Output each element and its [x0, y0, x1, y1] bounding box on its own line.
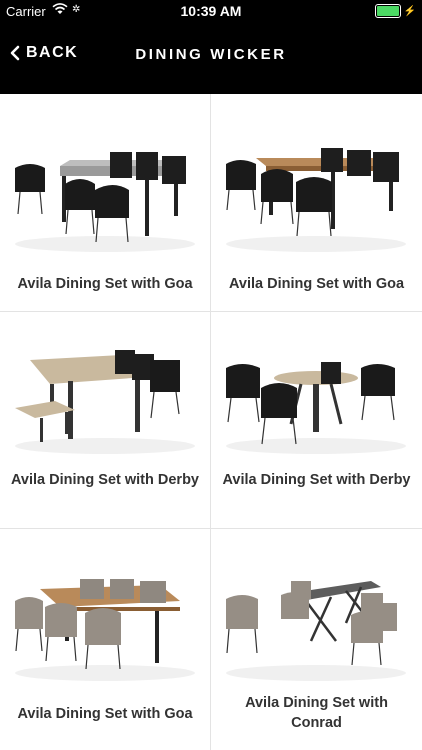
product-card[interactable]: Avila Dining Set with Goa: [211, 94, 422, 311]
charging-icon: ⚡: [403, 5, 416, 17]
product-title: Avila Dining Set with Goa: [228, 276, 405, 292]
product-title: Avila Dining Set with Conrad: [245, 695, 388, 731]
product-card[interactable]: Avila Dining Set with Derby: [0, 312, 210, 528]
product-card[interactable]: Avila Dining Set with Goa: [0, 529, 210, 750]
product-card[interactable]: Avila Dining Set with Goa: [0, 94, 210, 311]
product-title: Avila Dining Set with Derby: [222, 472, 411, 488]
product-card[interactable]: Avila Dining Set with Conrad: [211, 529, 422, 750]
top-bar: Carrier ✲ 10:39 AM ⚡ BACK DINING WICKER: [0, 0, 422, 94]
product-image: [15, 350, 195, 454]
battery-icon: [374, 4, 401, 18]
product-title: Avila Dining Set with Goa: [17, 706, 193, 722]
product-image: [15, 152, 195, 252]
status-bar: Carrier ✲ 10:39 AM ⚡: [0, 0, 422, 22]
product-grid: Avila Dining Set with Goa Avila Dining S…: [0, 94, 422, 750]
product-title: Avila Dining Set with Derby: [11, 472, 199, 488]
product-image: [15, 579, 195, 681]
product-image: [226, 148, 406, 252]
battery-indicator: ⚡: [374, 4, 416, 18]
product-title: Avila Dining Set with Goa: [17, 276, 193, 292]
product-card[interactable]: Avila Dining Set with Derby: [211, 312, 422, 528]
product-image: [226, 581, 406, 681]
product-image: [226, 362, 406, 454]
navigation-bar: BACK DINING WICKER: [0, 34, 422, 78]
page-title: DINING WICKER: [135, 46, 287, 63]
clock: 10:39 AM: [180, 3, 242, 19]
